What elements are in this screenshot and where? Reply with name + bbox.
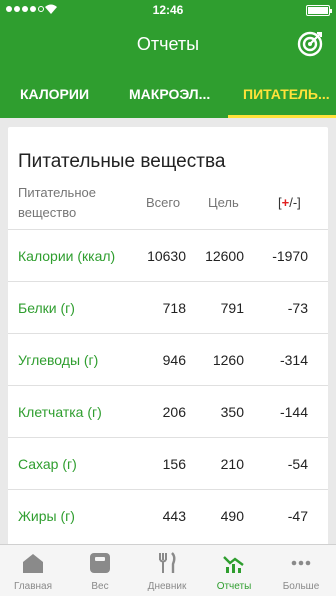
nutrient-diff: -54 (287, 456, 308, 472)
status-bar: 12:46 (0, 0, 336, 20)
nutrient-name: Клетчатка (г) (18, 404, 102, 420)
nutrient-total: 10630 (147, 248, 186, 264)
more-icon (291, 560, 311, 566)
table-row[interactable]: Калории (ккал) 10630 12600 -1970 (8, 229, 328, 281)
table-row[interactable]: Сахар (г) 156 210 -54 (8, 437, 328, 489)
nutrient-goal: 12600 (205, 248, 244, 264)
bottom-navigation: Главная Вес Дневник Отчеты Больше (0, 544, 336, 596)
nutrient-total: 443 (162, 508, 186, 524)
nutrient-goal: 791 (220, 300, 244, 316)
page-title: Отчеты (136, 34, 200, 54)
nutrient-total: 206 (162, 404, 186, 420)
nutrient-total: 946 (162, 352, 186, 368)
nutrient-goal: 490 (220, 508, 244, 524)
nutrient-total: 718 (162, 300, 186, 316)
column-header-diff: [+/-] (278, 193, 301, 213)
nav-diary[interactable]: Дневник (134, 545, 200, 596)
nav-home[interactable]: Главная (0, 545, 66, 596)
active-tab-indicator (228, 115, 336, 118)
tab-macronutrients[interactable]: МАКРОЭЛ... (129, 70, 210, 118)
tab-nutrients[interactable]: ПИТАТЕЛЬ... (243, 70, 330, 118)
nutrient-name: Белки (г) (18, 300, 75, 316)
table-row[interactable]: Клетчатка (г) 206 350 -144 (8, 385, 328, 437)
nutrient-diff: -1970 (272, 248, 308, 264)
nutrient-name: Калории (ккал) (18, 248, 116, 264)
nutrient-goal: 350 (220, 404, 244, 420)
report-tabs: КАЛОРИИ МАКРОЭЛ... ПИТАТЕЛЬ... (0, 70, 336, 118)
nutrient-goal: 210 (220, 456, 244, 472)
nav-more[interactable]: Больше (268, 545, 334, 596)
header-diff-minus: /-] (289, 195, 301, 210)
nav-label: Больше (282, 581, 320, 592)
fork-knife-icon (159, 552, 176, 573)
nutrient-goal: 1260 (212, 352, 244, 368)
nutrient-name: Углеводы (г) (18, 352, 99, 368)
header-nutrient-line2: вещество (18, 205, 77, 220)
nav-label: Главная (13, 581, 53, 592)
table-row[interactable]: Жиры (г) 443 490 -47 (8, 489, 328, 541)
target-icon[interactable] (296, 30, 324, 58)
column-header-nutrient: Питательное вещество (18, 183, 96, 223)
nutrient-diff: -73 (287, 300, 308, 316)
nutrient-name: Сахар (г) (18, 456, 77, 472)
tab-calories[interactable]: КАЛОРИИ (20, 70, 89, 118)
nav-label: Дневник (147, 581, 187, 592)
battery-icon (306, 5, 332, 16)
nav-reports[interactable]: Отчеты (201, 545, 267, 596)
column-header-goal: Цель (208, 195, 239, 210)
nutrients-card: Питательные вещества Питательное веществ… (8, 127, 328, 547)
nutrient-total: 156 (162, 456, 186, 472)
nutrient-diff: -144 (279, 404, 308, 420)
home-icon (23, 554, 43, 573)
nav-label: Вес (91, 581, 109, 592)
nutrient-name: Жиры (г) (18, 508, 75, 524)
card-title: Питательные вещества (18, 151, 226, 172)
nutrient-diff: -47 (287, 508, 308, 524)
app-bar: Отчеты (0, 20, 336, 70)
status-time: 12:46 (152, 3, 184, 17)
nav-label: Отчеты (216, 581, 252, 592)
reports-chart-icon (223, 556, 244, 573)
header-nutrient-line1: Питательное (18, 185, 96, 200)
table-row[interactable]: Белки (г) 718 791 -73 (8, 281, 328, 333)
scale-icon (90, 553, 110, 573)
column-header-total: Всего (146, 195, 181, 210)
nutrient-diff: -314 (279, 352, 308, 368)
nav-weight[interactable]: Вес (67, 545, 133, 596)
table-row[interactable]: Углеводы (г) 946 1260 -314 (8, 333, 328, 385)
